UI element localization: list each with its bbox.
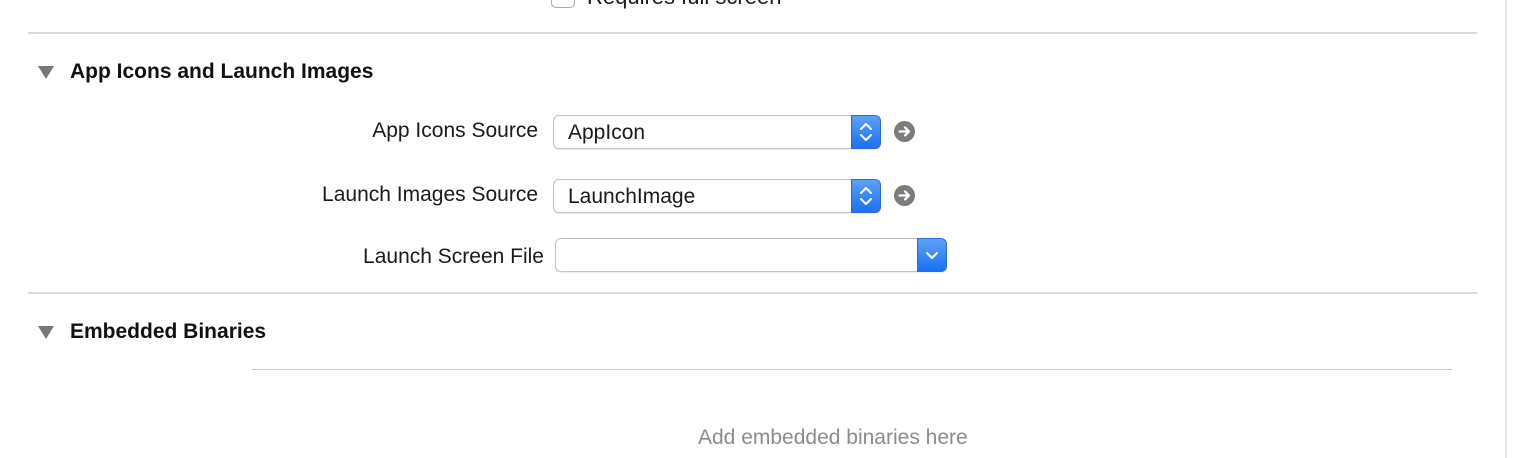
embedded-binaries-drop-area[interactable]: Add embedded binaries here — [252, 370, 1452, 458]
launch-images-source-popup[interactable]: LaunchImage — [553, 179, 881, 213]
up-down-chevron-icon[interactable] — [851, 115, 881, 149]
arrow-right-circle-icon[interactable] — [894, 185, 915, 206]
requires-full-screen-label: Requires full screen — [587, 0, 781, 10]
arrow-right-circle-icon[interactable] — [894, 121, 915, 142]
up-down-chevron-icon[interactable] — [851, 179, 881, 213]
section-divider-top — [28, 32, 1477, 34]
right-edge-border — [1505, 0, 1507, 458]
launch-screen-file-label: Launch Screen File — [363, 245, 544, 268]
section-title: Embedded Binaries — [70, 320, 267, 343]
requires-full-screen-checkbox[interactable] — [551, 0, 575, 8]
chevron-down-icon[interactable] — [917, 238, 947, 272]
app-icons-source-label: App Icons Source — [372, 119, 538, 142]
app-icons-source-popup[interactable]: AppIcon — [553, 115, 881, 149]
launch-images-source-label: Launch Images Source — [322, 183, 538, 206]
popup-value: LaunchImage — [568, 185, 696, 208]
disclosure-triangle-down-icon[interactable] — [38, 326, 54, 339]
section-header-app-icons[interactable]: App Icons and Launch Images — [28, 52, 548, 92]
launch-screen-file-combobox[interactable] — [555, 238, 947, 272]
section-header-embedded-binaries[interactable]: Embedded Binaries — [28, 312, 428, 352]
embedded-binaries-empty-hint: Add embedded binaries here — [698, 426, 968, 449]
section-divider-middle — [28, 292, 1477, 294]
disclosure-triangle-down-icon[interactable] — [38, 66, 54, 79]
section-title: App Icons and Launch Images — [70, 60, 374, 83]
popup-value: AppIcon — [568, 121, 646, 144]
